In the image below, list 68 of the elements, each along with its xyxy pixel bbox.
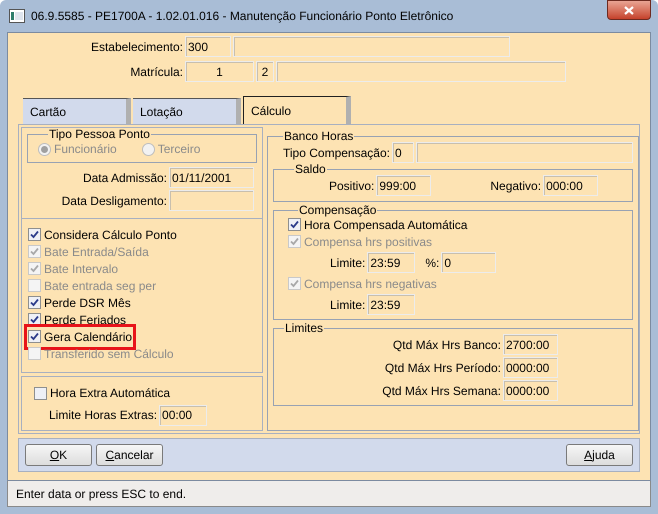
close-icon xyxy=(624,6,634,15)
text-field[interactable]: 01/11/2001 xyxy=(169,167,254,188)
field-label: Limite Horas Extras: xyxy=(49,407,158,424)
group-title: Tipo Pessoa Ponto xyxy=(48,128,151,140)
field-label: Limite: xyxy=(330,254,366,272)
text-field[interactable]: 00:00 xyxy=(159,404,208,426)
text-field[interactable]: 300 xyxy=(185,36,231,58)
field-label: Qtd Máx Hrs Semana: xyxy=(382,382,501,400)
tab[interactable]: Cálculo xyxy=(243,96,351,124)
text-field[interactable]: 0000:00 xyxy=(502,380,558,402)
description-field[interactable] xyxy=(416,142,633,164)
text-field[interactable]: 000:00 xyxy=(543,175,598,196)
field-label: Positivo: xyxy=(329,178,374,195)
radio-label: Funcionário xyxy=(54,141,117,158)
tab[interactable]: Lotação xyxy=(133,98,241,124)
checkbox[interactable] xyxy=(34,386,47,400)
description-field[interactable] xyxy=(276,61,566,82)
dialog-button[interactable]: Ajuda xyxy=(566,444,633,466)
text-field[interactable]: 2 xyxy=(256,61,274,82)
text-field[interactable]: 0 xyxy=(441,252,496,274)
text-field[interactable]: 0000:00 xyxy=(502,357,558,378)
checkbox-label: Compensa hrs positivas xyxy=(304,234,432,251)
checkbox[interactable] xyxy=(28,330,41,344)
dialog-button[interactable]: OK xyxy=(25,444,92,466)
field-label: Tipo Compensação: xyxy=(283,144,390,162)
text-field[interactable]: 999:00 xyxy=(376,175,432,196)
field-label: Data Admissão: xyxy=(82,170,167,187)
checkbox-label: Perde Feriados xyxy=(44,312,126,329)
field-label: %: xyxy=(425,254,440,272)
field-label: Data Desligamento: xyxy=(60,192,167,210)
checkbox-label: Hora Compensada Automática xyxy=(304,216,468,234)
description-field[interactable] xyxy=(233,36,510,58)
radio-label: Terceiro xyxy=(158,141,200,158)
checkbox[interactable] xyxy=(288,218,301,232)
checkbox-label: Perde DSR Mês xyxy=(44,294,131,312)
text-field[interactable]: 1 xyxy=(185,61,254,82)
checkbox-label: Transferido sem Cálculo xyxy=(44,346,174,363)
dialog-button[interactable]: Cancelar xyxy=(96,444,163,466)
close-button[interactable] xyxy=(607,0,651,20)
check-icon xyxy=(290,279,299,288)
window-title: 06.9.5585 - PE1700A - 1.02.01.016 - Manutenção Funcionário Ponto Eletrônico xyxy=(31,8,454,26)
field-label: Qtd Máx Hrs Período: xyxy=(384,360,501,377)
group-title: Compensação xyxy=(298,204,378,216)
text-field[interactable] xyxy=(169,190,254,212)
group-title: Saldo xyxy=(294,163,327,176)
checkbox-label: Hora Extra Automática xyxy=(50,385,170,402)
text-field[interactable]: 23:59 xyxy=(367,294,416,316)
field-label: Limite: xyxy=(330,296,366,314)
field-label: Estabelecimento: xyxy=(90,38,183,56)
tab[interactable]: Cartão xyxy=(23,98,131,124)
group-title: Limites xyxy=(284,322,324,334)
checkbox[interactable] xyxy=(28,228,41,242)
checkbox-label: Bate entrada seg per xyxy=(44,278,156,295)
text-field[interactable]: 23:59 xyxy=(367,252,416,274)
checkbox-label: Bate Intervalo xyxy=(44,260,118,278)
status-text: Enter data or press ESC to end. xyxy=(16,486,186,503)
text-field[interactable]: 0 xyxy=(392,142,414,164)
app-icon xyxy=(9,9,25,24)
checkbox-label: Bate Entrada/Saída xyxy=(44,244,149,261)
checkbox-label: Considera Cálculo Ponto xyxy=(44,226,177,244)
field-label: Negativo: xyxy=(490,178,542,195)
checkbox[interactable] xyxy=(28,296,41,310)
text-field[interactable]: 2700:00 xyxy=(502,334,558,356)
checkbox-label: Gera Calendário xyxy=(44,328,132,346)
field-label: Matrícula: xyxy=(129,64,183,81)
checkbox-label: Compensa hrs negativas xyxy=(304,276,437,293)
field-label: Qtd Máx Hrs Banco: xyxy=(392,336,501,354)
group-title: Banco Horas xyxy=(283,130,354,142)
